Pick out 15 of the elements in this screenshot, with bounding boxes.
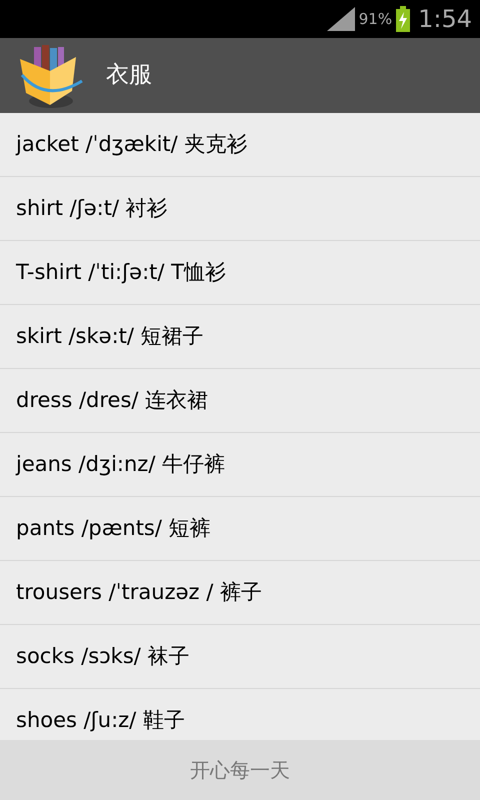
app-title: 衣服 <box>106 61 152 90</box>
word-item[interactable]: pants /pænts/ 短裤 <box>0 497 480 561</box>
signal-icon <box>326 7 355 31</box>
word-item[interactable]: dress /dres/ 连衣裙 <box>0 369 480 433</box>
word-item[interactable]: trousers /ˈtrauzəz / 裤子 <box>0 561 480 625</box>
word-item[interactable]: shirt /ʃə:t/ 衬衫 <box>0 177 480 241</box>
footer-text: 开心每一天 <box>190 757 290 784</box>
clock: 1:54 <box>418 4 472 35</box>
word-item[interactable]: jeans /dʒi:nz/ 牛仔裤 <box>0 433 480 497</box>
battery-percent: 91% <box>358 8 392 30</box>
word-item[interactable]: T-shirt /ˈti:ʃə:t/ T恤衫 <box>0 241 480 305</box>
word-item[interactable]: skirt /skə:t/ 短裙子 <box>0 305 480 369</box>
battery-charging-icon <box>396 6 410 32</box>
word-item[interactable]: socks /sɔks/ 袜子 <box>0 625 480 689</box>
word-item[interactable]: jacket /ˈdʒækit/ 夹克衫 <box>0 113 480 177</box>
